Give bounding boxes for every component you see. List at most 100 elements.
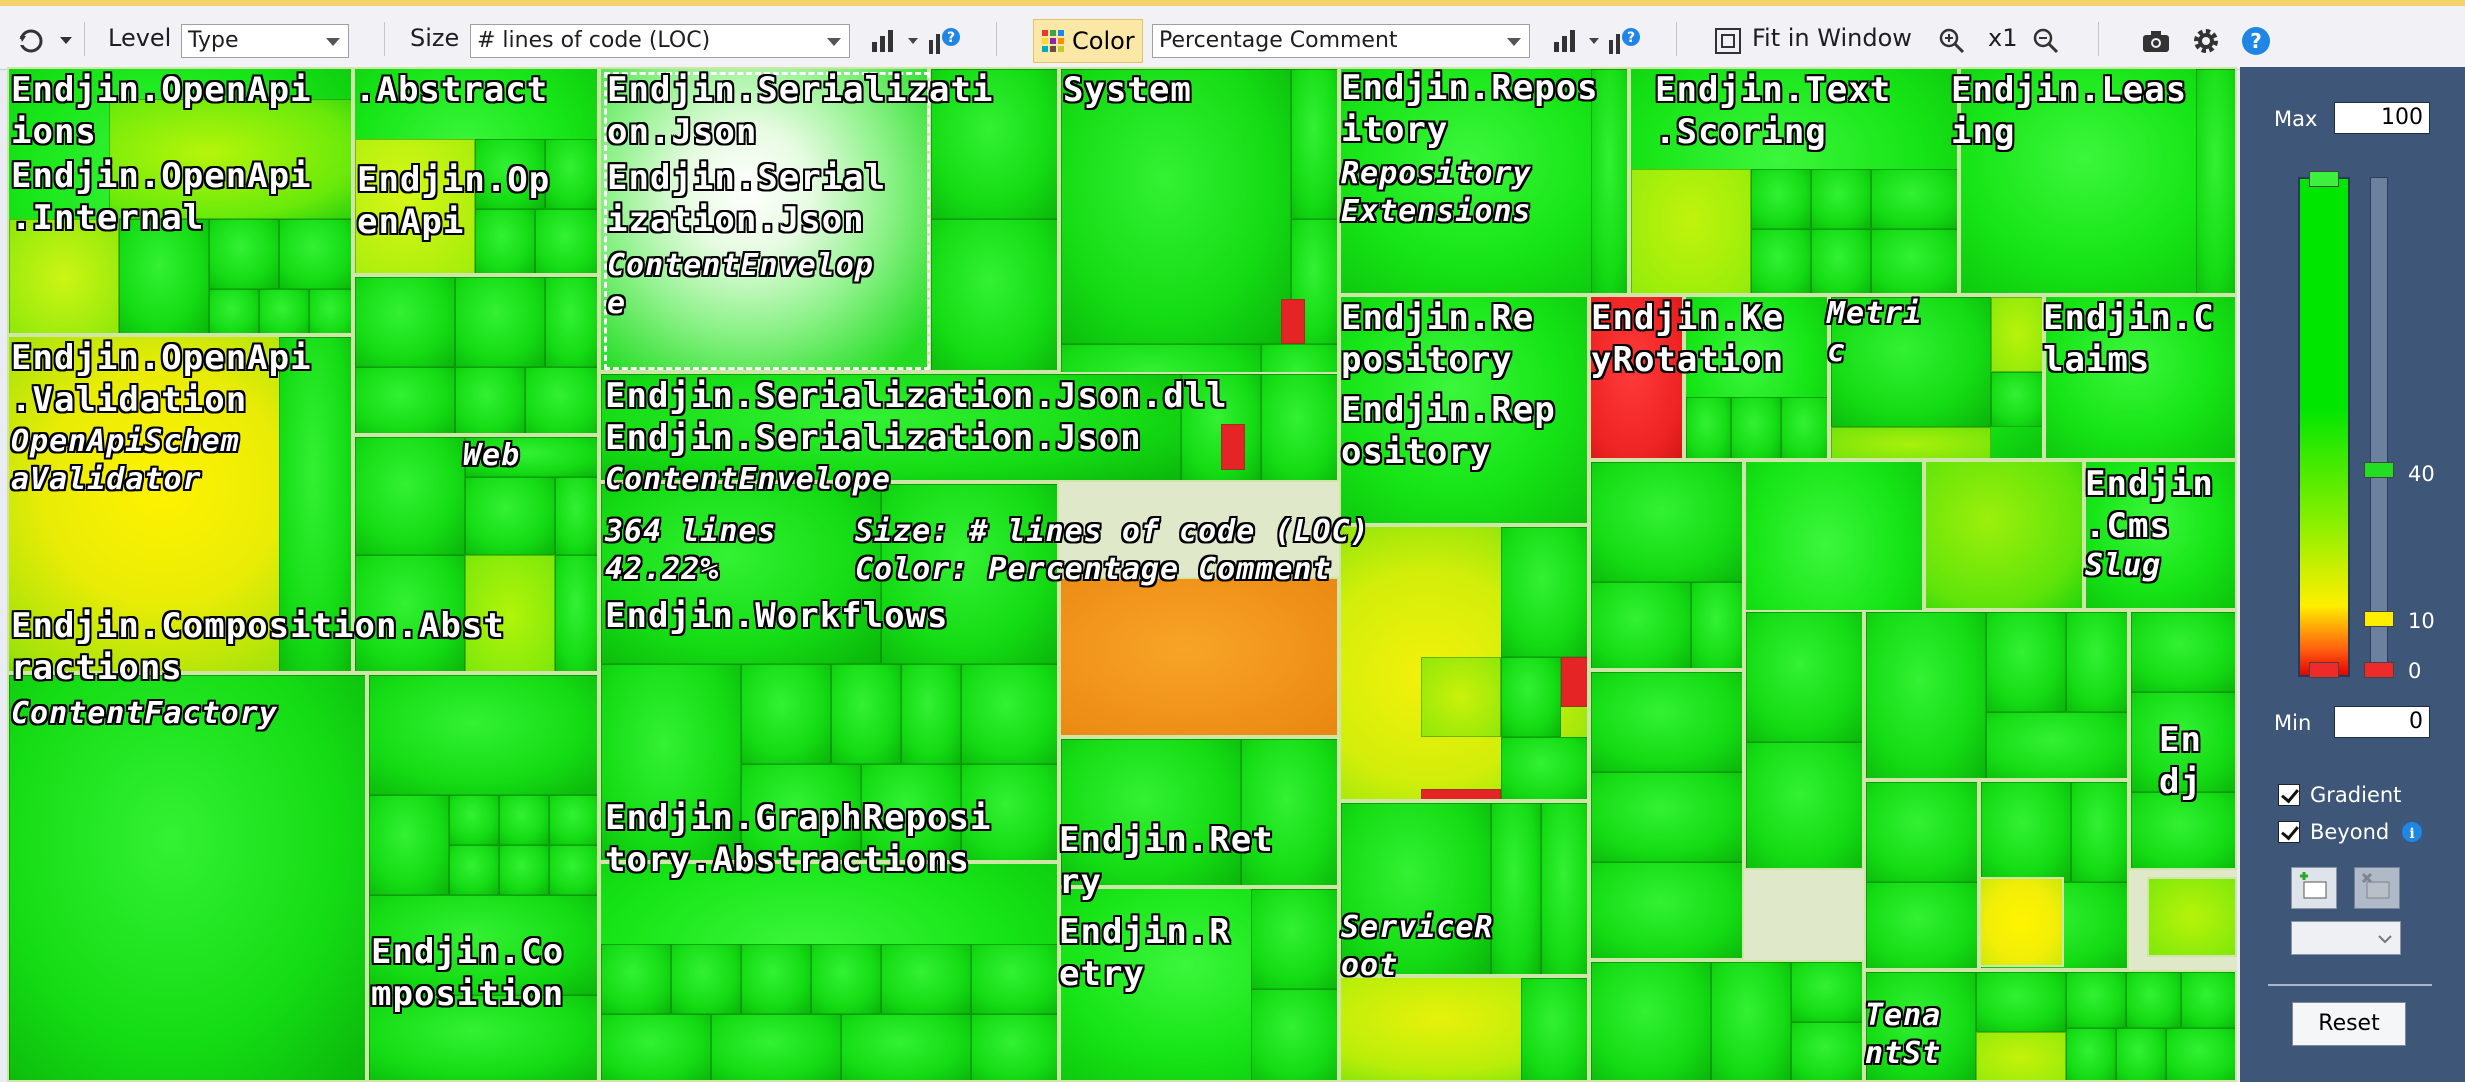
size-select-value: # lines of code (LOC) [477,28,711,53]
label-web: Web [463,438,521,473]
treemap-block-yellow-types[interactable] [1339,525,1589,801]
label-claims: Endjin.C laims [2043,298,2215,380]
treemap-block-grid-h[interactable] [1864,780,1979,970]
label-workflows: Endjin.Workflows [605,596,949,636]
zoom-in-icon[interactable] [1936,24,1968,58]
tick-10: 10 [2408,609,2435,633]
zoom-out-icon[interactable] [2030,24,2062,58]
level-label: Level [108,24,172,52]
label-slug: Slug [2085,548,2162,583]
treemap-block-grid-c[interactable] [1924,460,2084,610]
label-content-factory: ContentFactory [11,696,278,731]
label-serialization: Endjin.Serializati on.Json [607,70,994,152]
chevron-down-icon [326,38,340,46]
label-composition-abstractions: Endjin.Composition.Abst ractions [11,606,505,688]
tooltip-pct: 42.22% [605,552,720,587]
treemap-block-service-root[interactable] [1339,976,1589,1082]
min-label: Min [2274,711,2312,735]
max-label: Max [2274,107,2318,131]
label-endj: En dj [2159,720,2202,802]
treemap-block-openapi-types[interactable] [353,275,599,435]
treemap-block-composition-abstractions[interactable] [7,673,367,1082]
label-serialization-dll: Endjin.Serialization.Json.dll [605,376,1228,416]
threshold-0-handle[interactable] [2364,662,2394,678]
palette-select[interactable] [2291,921,2401,955]
size-help-icon[interactable]: ? [926,24,962,58]
level-select[interactable]: Type [181,24,349,58]
fit-window-button[interactable]: Fit in Window [1752,6,1912,70]
tooltip-lines: 364 lines [605,514,777,549]
label-key-rotation: Endjin.Ke yRotation [1591,298,1785,380]
treemap-block-grid-j[interactable] [1589,960,1864,1082]
treemap-block-grid-e[interactable] [1744,610,1864,870]
label-openapi-internal: Endjin.OpenApi .Internal [11,156,312,238]
label-content-envelope-a: ContentEnvelop e [607,248,874,321]
treemap-block-yellow-green[interactable] [2147,877,2237,957]
tick-0: 0 [2408,659,2422,683]
label-serialization-ns2: Endjin.Serialization.Json [605,418,1142,458]
max-input[interactable]: 100 [2334,102,2430,134]
remove-color-button[interactable] [2354,867,2400,909]
info-icon[interactable]: i [2401,821,2423,843]
color-help-icon[interactable]: ? [1606,24,1642,58]
treemap-block-grid-a[interactable] [1589,460,1744,670]
label-serialization-asm: Endjin.Serial ization.Json [607,158,887,240]
label-repository: Endjin.Re pository [1341,298,1535,380]
add-color-button[interactable] [2291,867,2337,909]
gradient-label: Gradient [2310,783,2402,807]
treemap[interactable]: Endjin.OpenApi ions .Abstract Endjin.Ope… [7,67,2237,1082]
tooltip-size: Size: # lines of code (LOC) [855,514,1370,549]
color-chart-dropdown-icon[interactable] [1586,24,1602,58]
beyond-checkbox[interactable] [2278,821,2300,843]
label-retry: Endjin.Ret ry [1059,820,1274,902]
help-icon[interactable]: ? [2240,24,2272,58]
color-select[interactable]: Percentage Comment [1152,24,1530,58]
treemap-block-orange[interactable] [1059,577,1339,737]
svg-text:?: ? [947,30,955,46]
add-color-icon [2300,872,2327,899]
label-composition: Endjin.Co mposition [371,932,565,1014]
size-chart-icon[interactable] [868,24,898,58]
fit-window-icon[interactable] [1712,24,1744,58]
label-openapi-abstract: .Abstract [355,70,549,110]
treemap-block-grid-f[interactable] [1864,610,2129,780]
level-select-value: Type [188,28,239,53]
size-chart-dropdown-icon[interactable] [905,24,921,58]
label-metric: Metri c [1827,296,1923,369]
reset-button[interactable]: Reset [2292,1002,2406,1046]
size-select[interactable]: # lines of code (LOC) [470,24,850,58]
refresh-icon[interactable] [14,24,48,58]
threshold-40-handle[interactable] [2364,462,2394,478]
camera-icon[interactable] [2140,24,2172,58]
color-label: Color [1072,27,1135,55]
zoom-level: x1 [1988,24,2018,52]
treemap-block-yellow-small[interactable] [1979,877,2064,967]
label-repository-ext: Endjin.Repos itory [1341,68,1599,150]
label-content-envelope-b: ContentEnvelope [605,462,891,497]
threshold-10-handle[interactable] [2364,611,2394,627]
label-openapi-small: Endjin.Op enApi [357,160,551,242]
treemap-block-grid-d[interactable] [1589,670,1744,960]
beyond-label: Beyond [2310,820,2390,844]
max-handle[interactable] [2309,171,2339,187]
palette-icon [1042,30,1064,52]
color-select-value: Percentage Comment [1159,28,1398,53]
min-handle[interactable] [2309,662,2339,678]
treemap-block-composition[interactable] [367,673,599,1082]
threshold-track[interactable] [2370,177,2388,677]
color-chart-icon[interactable] [1550,24,1580,58]
chevron-down-icon [2378,935,2392,944]
treemap-block-graph-repository[interactable] [599,862,1059,1082]
gradient-checkbox[interactable] [2278,784,2300,806]
min-input[interactable]: 0 [2334,706,2430,738]
panel-divider [2268,984,2432,986]
gear-icon[interactable] [2190,24,2222,58]
tick-40: 40 [2408,462,2435,486]
svg-text:?: ? [2250,29,2262,53]
label-text-scoring: Endjin.Text .Scoring [1655,70,1892,152]
color-gradient-bar[interactable] [2298,177,2350,677]
label-repository-asm: Endjin.Rep ository [1341,390,1556,472]
refresh-dropdown-icon[interactable] [58,24,74,58]
color-button[interactable]: Color [1033,19,1143,63]
chevron-down-icon [1507,38,1521,46]
